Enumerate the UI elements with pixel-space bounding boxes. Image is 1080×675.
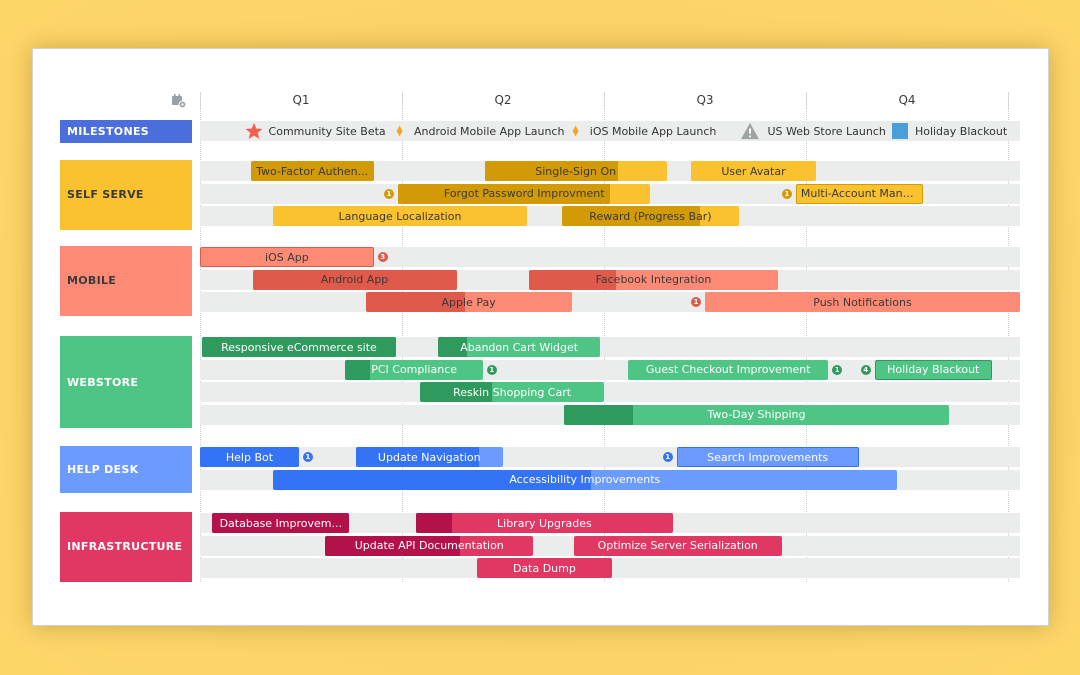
roadmap-bar[interactable]: Responsive eCommerce site — [202, 337, 396, 357]
quarter-divider — [402, 92, 403, 110]
bar-label: Reskin Shopping Cart — [453, 385, 572, 399]
bar-label: Optimize Server Serialization — [597, 539, 758, 553]
roadmap-bar[interactable]: Two-Day Shipping — [563, 404, 950, 425]
roadmap-bar[interactable]: Android App — [252, 269, 457, 290]
roadmap-bar[interactable]: Database Improvem... — [212, 513, 350, 533]
star-icon — [245, 122, 263, 140]
quarter-divider — [604, 92, 605, 110]
roadmap-bar[interactable]: Language Localization — [272, 206, 528, 227]
milestone-item[interactable]: Holiday Blackout — [891, 121, 1007, 141]
milestone-item[interactable]: iOS Mobile App Launch — [572, 121, 717, 141]
quarter-divider — [806, 92, 807, 110]
diamond-icon — [396, 122, 408, 140]
roadmap-bar[interactable]: Optimize Server Serialization — [573, 535, 782, 556]
bar-label: User Avatar — [721, 164, 786, 178]
bar-label: Two-Day Shipping — [707, 408, 806, 422]
bar-label: Single-Sign On — [535, 164, 617, 178]
milestone-item[interactable]: US Web Store Launch — [739, 121, 886, 141]
milestone-label: Community Site Beta — [268, 124, 386, 138]
bar-label: Push Notifications — [813, 295, 912, 309]
roadmap-bar[interactable]: Holiday Blackout — [874, 359, 992, 380]
bar-label: PCI Compliance — [371, 363, 458, 377]
roadmap-bar[interactable]: Update API Documentation — [325, 535, 534, 556]
bar-label: Apple Pay — [441, 295, 496, 309]
bar-label: Accessibility Improvements — [509, 473, 661, 487]
roadmap-bar[interactable]: Accessibility Improvements — [272, 469, 897, 490]
milestone-label: US Web Store Launch — [767, 124, 886, 138]
bar-label: Help Bot — [225, 450, 274, 464]
bar-label: Multi-Account Mana... — [800, 187, 920, 201]
roadmap-bar[interactable]: Guest Checkout Improvement — [628, 359, 829, 380]
roadmap-bar[interactable]: PCI Compliance — [345, 359, 483, 380]
bar-label: Android App — [320, 273, 389, 287]
quarter-label-q3: Q3 — [696, 93, 714, 107]
quarter-divider — [200, 92, 201, 110]
milestone-label: Android Mobile App Launch — [414, 124, 565, 138]
quarter-divider — [1008, 92, 1009, 110]
bar-label: Search Improvements — [707, 450, 829, 464]
roadmap-bar[interactable]: Help Bot — [200, 447, 299, 467]
quarter-label-q1: Q1 — [292, 93, 310, 107]
bar-label: Responsive eCommerce site — [221, 340, 377, 354]
warning-icon — [739, 122, 761, 140]
dependency-badge[interactable]: 1 — [832, 364, 843, 375]
bar-label: Data Dump — [512, 561, 576, 575]
roadmap-bar[interactable]: iOS App — [200, 247, 374, 267]
bar-label: Update API Documentation — [354, 539, 504, 553]
roadmap-bar[interactable]: Search Improvements — [676, 447, 859, 467]
roadmap-bar[interactable]: Reskin Shopping Cart — [420, 382, 604, 403]
roadmap-bar[interactable]: Apple Pay — [365, 292, 572, 313]
dependency-badge[interactable]: 1 — [781, 188, 792, 199]
bar-label: Guest Checkout Improvement — [645, 363, 811, 377]
dependency-badge[interactable]: 1 — [662, 452, 673, 462]
dependency-badge[interactable]: 1 — [383, 188, 394, 199]
roadmap-bar[interactable]: Two-Factor Authen... — [250, 161, 374, 181]
bar-label: Facebook Integration — [595, 273, 712, 287]
roadmap-bar[interactable]: Reward (Progress Bar) — [561, 206, 740, 227]
quarter-label-q2: Q2 — [494, 93, 512, 107]
dependency-badge[interactable]: 3 — [377, 252, 388, 262]
roadmap-bar[interactable]: Forgot Password Improvment — [397, 183, 651, 204]
bar-label: Two-Factor Authen... — [256, 164, 369, 178]
bar-label: iOS App — [265, 250, 309, 264]
roadmap-bar[interactable]: Single-Sign On — [484, 161, 667, 181]
bar-label: Library Upgrades — [497, 516, 592, 530]
roadmap-bar[interactable]: Abandon Cart Widget — [438, 337, 600, 357]
lane-label-infrastructure[interactable]: INFRASTRUCTURE — [60, 512, 192, 582]
lane-label-webstore[interactable]: WEBSTORE — [60, 336, 192, 429]
quarter-label-q4: Q4 — [898, 93, 916, 107]
milestone-label: Holiday Blackout — [914, 124, 1008, 138]
bar-progress-fill — [563, 404, 634, 425]
bar-label: Forgot Password Improvment — [443, 187, 605, 201]
milestone-label: iOS Mobile App Launch — [589, 124, 717, 138]
roadmap-bar[interactable]: Facebook Integration — [529, 269, 778, 290]
bar-progress-fill — [416, 513, 453, 533]
lane-row-track — [200, 447, 1020, 467]
roadmap-bar[interactable]: Library Upgrades — [416, 513, 673, 533]
roadmap-bar[interactable]: Push Notifications — [705, 292, 1020, 313]
roadmap-bar[interactable]: User Avatar — [690, 161, 817, 181]
bar-label: Holiday Blackout — [887, 363, 980, 377]
diamond-icon — [572, 122, 584, 140]
milestone-item[interactable]: Android Mobile App Launch — [396, 121, 564, 141]
bar-label: Language Localization — [338, 209, 462, 223]
milestone-item[interactable]: Community Site Beta — [245, 121, 386, 141]
dependency-badge[interactable]: 1 — [302, 452, 313, 462]
roadmap-bar[interactable]: Data Dump — [476, 558, 613, 579]
calendar-gear-icon[interactable] — [171, 93, 187, 109]
lane-label-help-desk[interactable]: HELP DESK — [60, 446, 192, 494]
bar-label: Abandon Cart Widget — [460, 340, 579, 354]
roadmap-bar[interactable]: Update Navigation — [355, 447, 503, 467]
lane-label-milestones[interactable]: MILESTONES — [60, 120, 192, 143]
roadmap-bar[interactable]: Multi-Account Mana... — [795, 183, 924, 204]
lane-label-mobile[interactable]: MOBILE — [60, 246, 192, 316]
bar-label: Reward (Progress Bar) — [589, 209, 712, 223]
dependency-badge[interactable]: 4 — [860, 364, 871, 375]
square-icon — [891, 122, 909, 140]
dependency-badge[interactable]: 1 — [486, 364, 497, 375]
lane-row-track — [200, 382, 1020, 403]
lane-label-self-serve[interactable]: SELF SERVE — [60, 160, 192, 230]
bar-label: Update Navigation — [377, 450, 481, 464]
bar-label: Database Improvem... — [219, 516, 342, 530]
